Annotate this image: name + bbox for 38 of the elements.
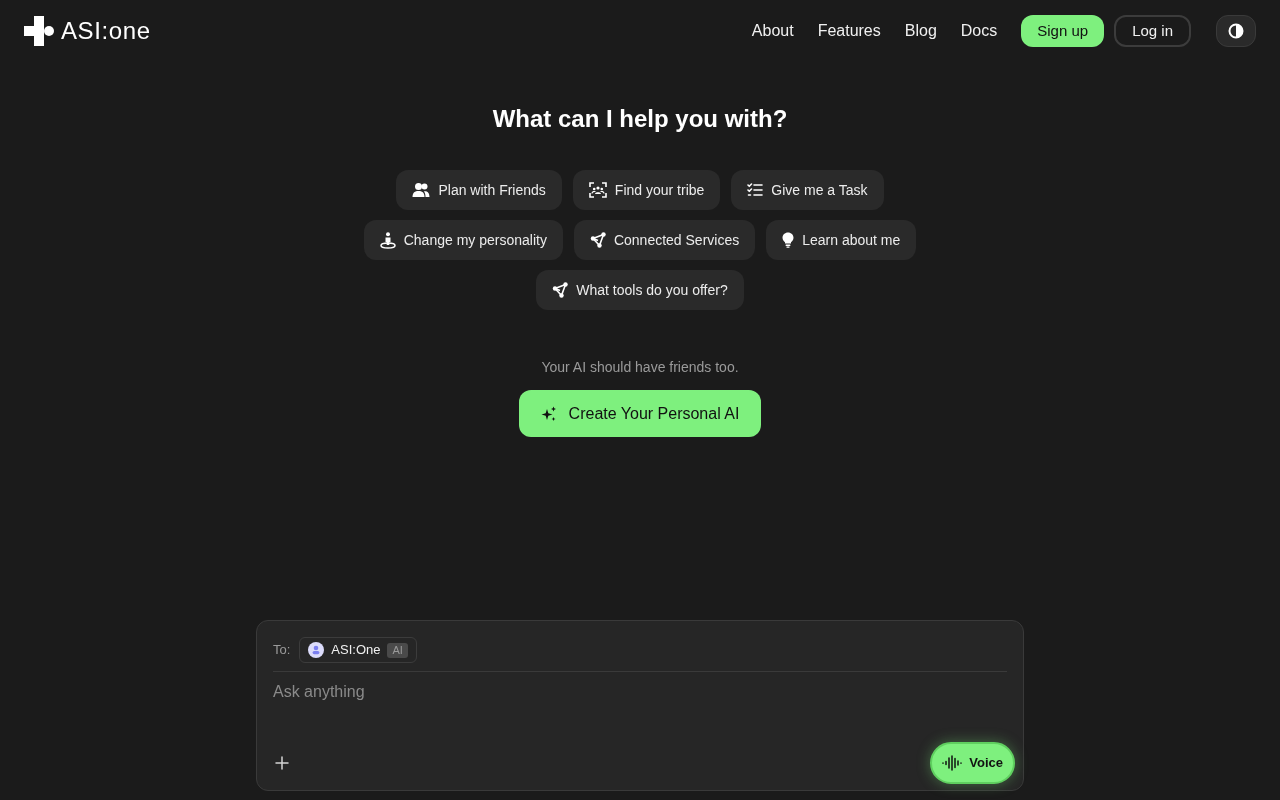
sign-up-button[interactable]: Sign up: [1021, 15, 1105, 47]
add-attachment-button[interactable]: [274, 755, 290, 771]
list-checks-icon: [747, 183, 764, 197]
scan-group-icon: [588, 182, 607, 198]
voice-button[interactable]: Voice: [930, 742, 1015, 784]
sparkles-icon: [540, 405, 557, 422]
avatar-icon: [308, 642, 325, 658]
nodes-icon: [552, 282, 569, 298]
suggestion-chip[interactable]: Change my personality: [363, 220, 563, 260]
nav-link[interactable]: Blog: [904, 19, 937, 43]
person-on-ring-icon: [379, 231, 396, 249]
suggestion-chip[interactable]: Learn about me: [766, 220, 917, 260]
create-personal-ai-button[interactable]: Create Your Personal AI: [518, 390, 762, 437]
suggestion-chip[interactable]: Give me a Task: [731, 170, 884, 210]
logo-icon: [24, 16, 54, 46]
nav-link[interactable]: Docs: [960, 19, 998, 43]
suggestion-chip[interactable]: Find your tribe: [572, 170, 721, 210]
model-tag: AI: [387, 642, 408, 658]
plus-icon: [275, 756, 289, 770]
log-in-button[interactable]: Log in: [1114, 15, 1191, 47]
theme-toggle-button[interactable]: [1216, 15, 1256, 47]
suggestion-chip[interactable]: What tools do you offer?: [536, 270, 744, 310]
suggestion-chip[interactable]: Plan with Friends: [396, 170, 562, 210]
tagline-text: Your AI should have friends too.: [541, 358, 739, 377]
users-icon: [412, 182, 431, 198]
nav-link[interactable]: About: [751, 19, 794, 43]
contrast-icon: [1228, 23, 1244, 39]
page-heading: What can I help you with?: [492, 104, 788, 134]
to-label: To:: [273, 641, 291, 660]
waveform-icon: [942, 755, 963, 771]
lightbulb-icon: [782, 232, 795, 248]
message-input[interactable]: Ask anything: [273, 680, 1007, 704]
recipient-name: ASI:One: [331, 641, 381, 660]
nav-link[interactable]: Features: [817, 19, 881, 43]
recipient-chip[interactable]: ASI:One AI: [299, 637, 417, 663]
logo-wordmark[interactable]: ASI:one: [61, 19, 151, 43]
suggestion-chip[interactable]: Connected Services: [573, 220, 756, 260]
nodes-icon: [589, 232, 606, 248]
